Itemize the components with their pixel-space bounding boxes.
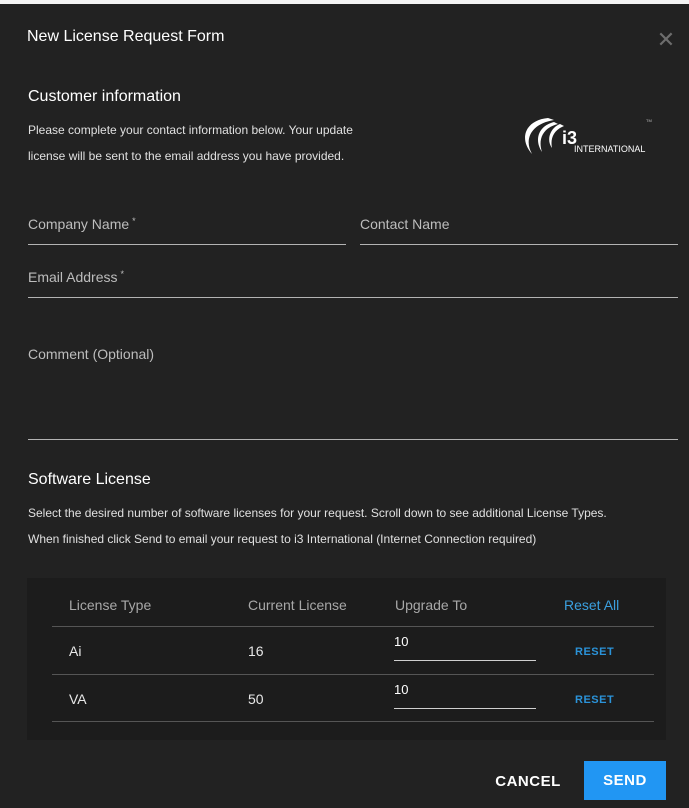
comment-field[interactable]: Comment (Optional) xyxy=(28,338,682,440)
cancel-button[interactable]: CANCEL xyxy=(486,763,570,799)
current-license-cell: 16 xyxy=(248,643,264,659)
license-request-dialog: New License Request Form ✕ Customer info… xyxy=(0,4,689,808)
logo-text: INTERNATIONAL xyxy=(574,144,645,154)
table-divider xyxy=(52,674,654,675)
send-button[interactable]: SEND xyxy=(584,761,666,800)
column-header-upgrade-to: Upgrade To xyxy=(395,597,468,613)
license-type-cell: VA xyxy=(69,691,87,707)
email-address-input[interactable] xyxy=(28,268,682,294)
software-license-description-line2: When finished click Send to email your r… xyxy=(28,532,537,546)
customer-info-description-line2: license will be sent to the email addres… xyxy=(28,149,345,163)
column-header-license-type: License Type xyxy=(69,597,152,613)
contact-name-input[interactable] xyxy=(360,214,682,240)
upgrade-to-input[interactable] xyxy=(394,682,536,697)
customer-info-heading: Customer information xyxy=(28,88,181,105)
i3-international-logo: i3 INTERNATIONAL TM xyxy=(525,118,652,154)
upgrade-to-input[interactable] xyxy=(394,634,536,649)
current-license-cell: 50 xyxy=(248,691,264,707)
comment-textarea[interactable] xyxy=(28,370,682,438)
customer-info-description-line1: Please complete your contact information… xyxy=(28,123,353,137)
reset-all-link[interactable]: Reset All xyxy=(564,597,619,613)
logo-trademark: TM xyxy=(646,118,652,123)
table-divider xyxy=(52,721,654,722)
contact-name-field[interactable]: Contact Name xyxy=(360,210,682,245)
reset-button[interactable]: RESET xyxy=(575,694,614,706)
email-address-field[interactable]: Email Address * xyxy=(28,264,682,298)
software-license-heading: Software License xyxy=(28,471,151,488)
upgrade-to-field[interactable] xyxy=(394,634,536,661)
license-table: License Type Current License Upgrade To … xyxy=(27,578,666,740)
license-type-cell: Ai xyxy=(69,643,82,659)
dialog-title: New License Request Form xyxy=(27,28,225,45)
company-name-input[interactable] xyxy=(28,214,350,240)
company-name-field[interactable]: Company Name * xyxy=(28,210,350,245)
column-header-current-license: Current License xyxy=(248,597,347,613)
upgrade-to-field[interactable] xyxy=(394,682,536,709)
close-icon[interactable]: ✕ xyxy=(654,29,678,53)
table-divider xyxy=(52,626,654,627)
reset-button[interactable]: RESET xyxy=(575,646,614,658)
software-license-description-line1: Select the desired number of software li… xyxy=(28,506,607,520)
comment-label: Comment (Optional) xyxy=(28,346,155,362)
